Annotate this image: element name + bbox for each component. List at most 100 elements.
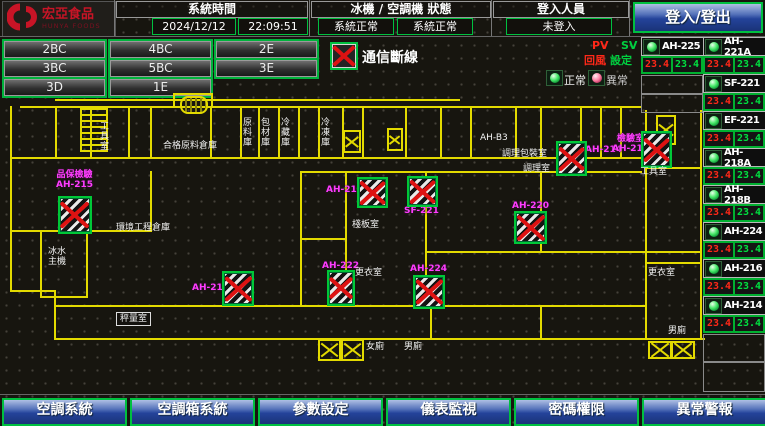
system-date-value: 2024/12/12 <box>152 18 236 35</box>
sv-value: 23.4 <box>734 205 764 221</box>
unit-row-ah-221a[interactable]: AH-221A <box>703 37 765 56</box>
wall-segment <box>10 290 56 292</box>
wall-segment <box>55 99 460 101</box>
wall-segment <box>10 106 12 292</box>
room-label: 工具室 <box>640 167 667 177</box>
elevator-symbol <box>318 339 341 361</box>
logo-subtitle: HUNYA FOODS <box>42 22 101 30</box>
pv-value: 23.4 <box>704 279 734 295</box>
elevator-symbol <box>387 128 403 151</box>
abnormal-legend-light <box>588 70 605 86</box>
pv-value: 23.4 <box>704 131 734 147</box>
zone-button-2e[interactable]: 2E <box>216 41 317 58</box>
wall-segment <box>20 106 642 108</box>
map-unit-label: AH-224 <box>410 264 447 274</box>
sv-value: 23.4 <box>734 279 764 295</box>
map-unit-sf221[interactable] <box>407 176 438 207</box>
room-label: 調理室 <box>523 164 550 174</box>
sv-value: 23.4 <box>734 131 764 147</box>
status-light <box>705 298 722 314</box>
pv-value: 23.4 <box>704 205 734 221</box>
map-unit-ah224[interactable] <box>413 275 445 309</box>
logo: 宏亞食品 HUNYA FOODS <box>2 1 116 37</box>
unit-values-ah-225: 23.4 23.4 <box>641 56 703 74</box>
wall-segment <box>173 93 213 95</box>
room-label: 男廁 <box>668 326 686 336</box>
unit-row-sf-221[interactable]: SF-221 <box>703 74 765 93</box>
map-unit-ah220[interactable] <box>514 211 547 244</box>
status-light <box>705 39 722 55</box>
unit-row-ah-224[interactable]: AH-224 <box>703 222 765 241</box>
sv-value: 23.4 <box>734 316 764 332</box>
status-light <box>705 187 722 203</box>
pv-value: 23.4 <box>704 242 734 258</box>
elevator-symbol <box>648 341 672 359</box>
pv-label: PV <box>592 39 609 52</box>
nav-password-auth[interactable]: 密碼權限 <box>514 398 639 426</box>
room-label: 合格原料倉庫 <box>163 141 217 151</box>
map-unit-ah218[interactable] <box>641 131 672 168</box>
map-unit-ah216[interactable] <box>222 271 254 306</box>
pv-value: 23.4 <box>704 316 734 332</box>
map-unit-ah219[interactable] <box>357 177 388 208</box>
map-unit-ah215[interactable] <box>58 196 92 234</box>
sv-value: 23.4 <box>734 242 764 258</box>
empty-slot <box>641 94 703 113</box>
hmi-screen: 宏亞食品 HUNYA FOODS 系統時間 2024/12/12 22:09:5… <box>0 0 765 426</box>
abnormal-legend-label: 異常 <box>606 72 628 88</box>
map-unit-ah222[interactable] <box>327 270 355 306</box>
system-time-label: 系統時間 <box>116 1 308 18</box>
empty-slot <box>641 75 703 94</box>
elevator-symbol <box>341 339 364 361</box>
status-light <box>705 113 722 129</box>
empty-slot <box>703 362 765 392</box>
unit-row-ah-214[interactable]: AH-214 <box>703 296 765 315</box>
map-unit-label: AH-220 <box>512 201 549 211</box>
room-label: 更衣室 <box>648 268 675 278</box>
room-label: 冷凍庫 <box>321 118 332 148</box>
status-light <box>705 224 722 240</box>
zone-button-3bc[interactable]: 3BC <box>4 60 105 77</box>
restroom-symbol <box>180 96 208 114</box>
chiller-status: 系統正常 <box>318 18 394 35</box>
disconnect-legend-label: 通信斷線 <box>362 47 418 67</box>
room-label: 調理包裝室 <box>502 149 547 159</box>
machine-status-label: 冰機 / 空調機 狀態 <box>311 1 491 18</box>
zone-button-2bc[interactable]: 2BC <box>4 41 105 58</box>
zone-button-3e[interactable]: 3E <box>216 60 317 77</box>
empty-slot <box>703 334 765 362</box>
room-label: 原料庫 <box>243 118 254 148</box>
unit-row-ef-221[interactable]: EF-221 <box>703 111 765 130</box>
map-unit-ah214[interactable] <box>556 141 587 176</box>
normal-legend-label: 正常 <box>564 72 586 88</box>
unit-row-ah-218a[interactable]: AH-218A <box>703 148 765 167</box>
zone-button-3d[interactable]: 3D <box>4 79 105 96</box>
pv-value: 23.4 <box>704 57 734 73</box>
nav-ac-system[interactable]: 空調系統 <box>2 398 127 426</box>
status-light <box>705 76 722 92</box>
unit-row-ah-225[interactable]: AH-225 <box>641 37 704 56</box>
pv-value: 23.4 <box>642 57 672 73</box>
login-logout-button[interactable]: 登入/登出 <box>633 2 763 33</box>
wall-segment <box>10 157 642 159</box>
room-label: 棧板室 <box>352 220 379 230</box>
sv-value: 23.4 <box>672 57 702 73</box>
zone-button-5bc[interactable]: 5BC <box>110 60 211 77</box>
wall-segment <box>55 338 705 340</box>
unit-row-ah-218b[interactable]: AH-218B <box>703 185 765 204</box>
nav-parameter-set[interactable]: 參數設定 <box>258 398 383 426</box>
nav-meter-monitor[interactable]: 儀表監視 <box>386 398 511 426</box>
map-unit-label: 品保檢驗 AH-215 <box>56 170 93 190</box>
nav-ahu-system[interactable]: 空調箱系統 <box>130 398 255 426</box>
sv-value: 23.4 <box>734 168 764 184</box>
zone-button-4bc[interactable]: 4BC <box>110 41 211 58</box>
login-status: 未登入 <box>506 18 612 35</box>
nav-abnormal-alarm[interactable]: 異常警報 <box>642 398 765 426</box>
unit-row-ah-216[interactable]: AH-216 <box>703 259 765 278</box>
sv-desc-label: 設定 <box>610 52 632 68</box>
logo-title: 宏亞食品 <box>42 8 101 22</box>
map-unit-label: SF-221 <box>404 206 439 216</box>
status-light <box>705 261 722 277</box>
room-label: 冰水主機 <box>48 247 70 267</box>
status-light <box>705 150 722 166</box>
